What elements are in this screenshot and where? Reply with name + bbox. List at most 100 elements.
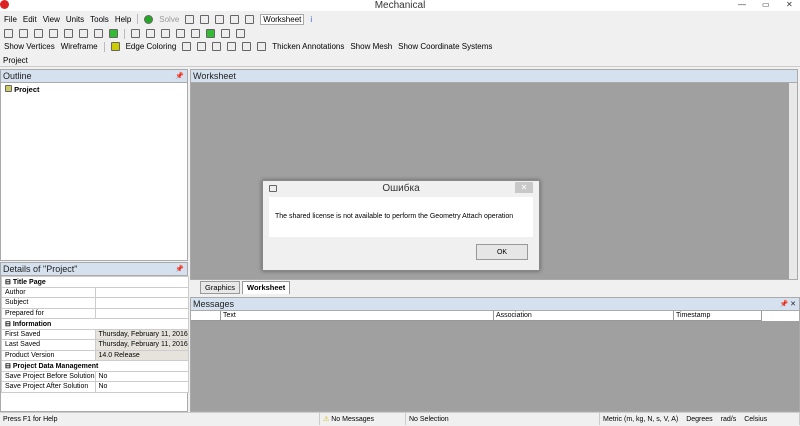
menu-edit[interactable]: Edit: [23, 15, 37, 24]
column-text[interactable]: Text: [221, 311, 494, 321]
ok-button[interactable]: OK: [476, 244, 528, 260]
close-button[interactable]: ✕: [786, 0, 793, 9]
rotate-icon[interactable]: [131, 29, 140, 38]
view-tabs: Graphics Worksheet: [200, 281, 291, 294]
pin-close-icons[interactable]: 📌 ✕: [779, 298, 796, 311]
error-dialog: Ошибка ✕ The shared license is not avail…: [262, 180, 540, 271]
messages-title: Messages: [193, 299, 235, 309]
warning-icon: ⚠: [323, 416, 330, 423]
row-label: Product Version: [1, 349, 96, 361]
edge-icon[interactable]: [197, 42, 207, 51]
group-label: Information: [12, 320, 52, 328]
edge-icon[interactable]: [242, 42, 252, 51]
messages-status[interactable]: ⚠ No Messages: [320, 413, 406, 425]
info-cursor-icon[interactable]: i: [310, 15, 312, 24]
tree-item-project[interactable]: Project: [1, 83, 187, 96]
box-zoom-icon[interactable]: [176, 29, 185, 38]
pan-icon[interactable]: [146, 29, 155, 38]
status-bar: Press F1 for Help ⚠ No Messages No Selec…: [0, 412, 800, 425]
worksheet-button[interactable]: Worksheet: [260, 13, 305, 25]
report-icon[interactable]: [215, 14, 225, 24]
row-label: Save Project Before Solution: [1, 370, 96, 382]
dialog-app-icon: [269, 185, 277, 192]
menu-help[interactable]: Help: [115, 15, 131, 24]
edge-coloring-dropdown[interactable]: Edge Coloring: [126, 42, 177, 51]
tab-graphics[interactable]: Graphics: [200, 281, 241, 294]
table-row[interactable]: Subject: [1, 297, 189, 309]
group-title-page[interactable]: ⊟ Title Page: [1, 276, 189, 288]
zoom-fit-icon[interactable]: [191, 29, 200, 38]
table-row[interactable]: Author: [1, 286, 189, 298]
face-select-icon[interactable]: [79, 29, 88, 38]
pin-icon[interactable]: 📌: [175, 70, 184, 83]
details-title: Details of "Project": [3, 264, 78, 274]
extend-select-icon[interactable]: [109, 29, 118, 38]
thicken-annotations-button[interactable]: Thicken Annotations: [272, 42, 344, 51]
rotation-unit: rad/s: [720, 416, 737, 423]
display-toolbar: Show Vertices Wireframe Edge Coloring Th…: [0, 40, 800, 53]
table-row[interactable]: Save Project Before Solution No: [1, 370, 189, 382]
subject-field[interactable]: [94, 297, 189, 309]
save-before-solution-field[interactable]: No: [94, 370, 189, 382]
row-header-cell: [191, 311, 221, 321]
text-icon[interactable]: [230, 14, 240, 24]
contour-icon[interactable]: [245, 14, 255, 24]
scrollbar[interactable]: [789, 83, 797, 279]
save-after-solution-field[interactable]: No: [94, 381, 189, 393]
iso-view-icon[interactable]: [221, 29, 230, 38]
product-version-value: 14.0 Release: [94, 349, 189, 361]
window-layout-icon[interactable]: [236, 29, 245, 38]
row-label: Author: [1, 286, 96, 298]
temperature-unit: Celsius: [744, 416, 768, 423]
menu-view[interactable]: View: [43, 15, 60, 24]
messages-header: Messages 📌 ✕: [191, 298, 799, 311]
dialog-close-button[interactable]: ✕: [515, 182, 533, 193]
prepared-for-field[interactable]: [94, 307, 189, 319]
select-icon[interactable]: [4, 29, 13, 38]
help-text: Press F1 for Help: [0, 413, 320, 425]
vertex-select-icon[interactable]: [49, 29, 58, 38]
pin-icon[interactable]: [257, 42, 267, 51]
edge-icon[interactable]: [227, 42, 237, 51]
group-project-data-management[interactable]: ⊟ Project Data Management: [1, 360, 189, 372]
edge-icon[interactable]: [212, 42, 222, 51]
show-mesh-button[interactable]: Show Mesh: [350, 42, 392, 51]
minimize-button[interactable]: —: [738, 0, 746, 9]
group-label: Title Page: [12, 278, 46, 286]
dialog-message: The shared license is not available to p…: [269, 197, 533, 237]
row-label: First Saved: [1, 328, 96, 340]
last-saved-value: Thursday, February 11, 2016: [94, 339, 189, 351]
wireframe-button[interactable]: Wireframe: [61, 42, 98, 51]
table-row[interactable]: Prepared for: [1, 307, 189, 319]
tab-worksheet[interactable]: Worksheet: [242, 281, 291, 294]
group-information[interactable]: ⊟ Information: [1, 318, 189, 330]
title-bar: Mechanical: [0, 0, 800, 11]
check-icon[interactable]: [144, 14, 154, 24]
column-association[interactable]: Association: [494, 311, 674, 321]
image-icon[interactable]: [200, 14, 210, 24]
menu-tools[interactable]: Tools: [90, 15, 109, 24]
body-select-icon[interactable]: [94, 29, 103, 38]
edge-select-icon[interactable]: [64, 29, 73, 38]
edge-icon[interactable]: [182, 42, 192, 51]
select-mode-icon[interactable]: [34, 29, 43, 38]
units-status[interactable]: Metric (m, kg, N, s, V, A) Degrees rad/s Ce…: [600, 413, 800, 425]
menu-file[interactable]: File: [4, 15, 17, 24]
select-point-icon[interactable]: [19, 29, 28, 38]
show-coordinate-systems-button[interactable]: Show Coordinate Systems: [398, 42, 492, 51]
author-field[interactable]: [94, 286, 189, 298]
chart-icon[interactable]: [185, 14, 195, 24]
show-vertices-button[interactable]: Show Vertices: [4, 42, 55, 51]
maximize-button[interactable]: ▭: [762, 0, 770, 9]
menu-bar: File Edit View Units Tools Help Solve Wo…: [0, 11, 800, 27]
pin-icon[interactable]: 📌: [175, 263, 184, 276]
magnifier-icon[interactable]: [206, 29, 215, 38]
messages-column-headers: Text Association Timestamp: [191, 311, 799, 321]
details-table: ⊟ Title Page Author Subject Prepared for…: [1, 276, 189, 393]
column-timestamp[interactable]: Timestamp: [674, 311, 762, 321]
table-row[interactable]: Save Project After Solution No: [1, 381, 189, 393]
units-label: Metric (m, kg, N, s, V, A): [603, 416, 679, 423]
zoom-icon[interactable]: [161, 29, 170, 38]
menu-units[interactable]: Units: [66, 15, 84, 24]
solve-button[interactable]: Solve: [159, 15, 179, 24]
